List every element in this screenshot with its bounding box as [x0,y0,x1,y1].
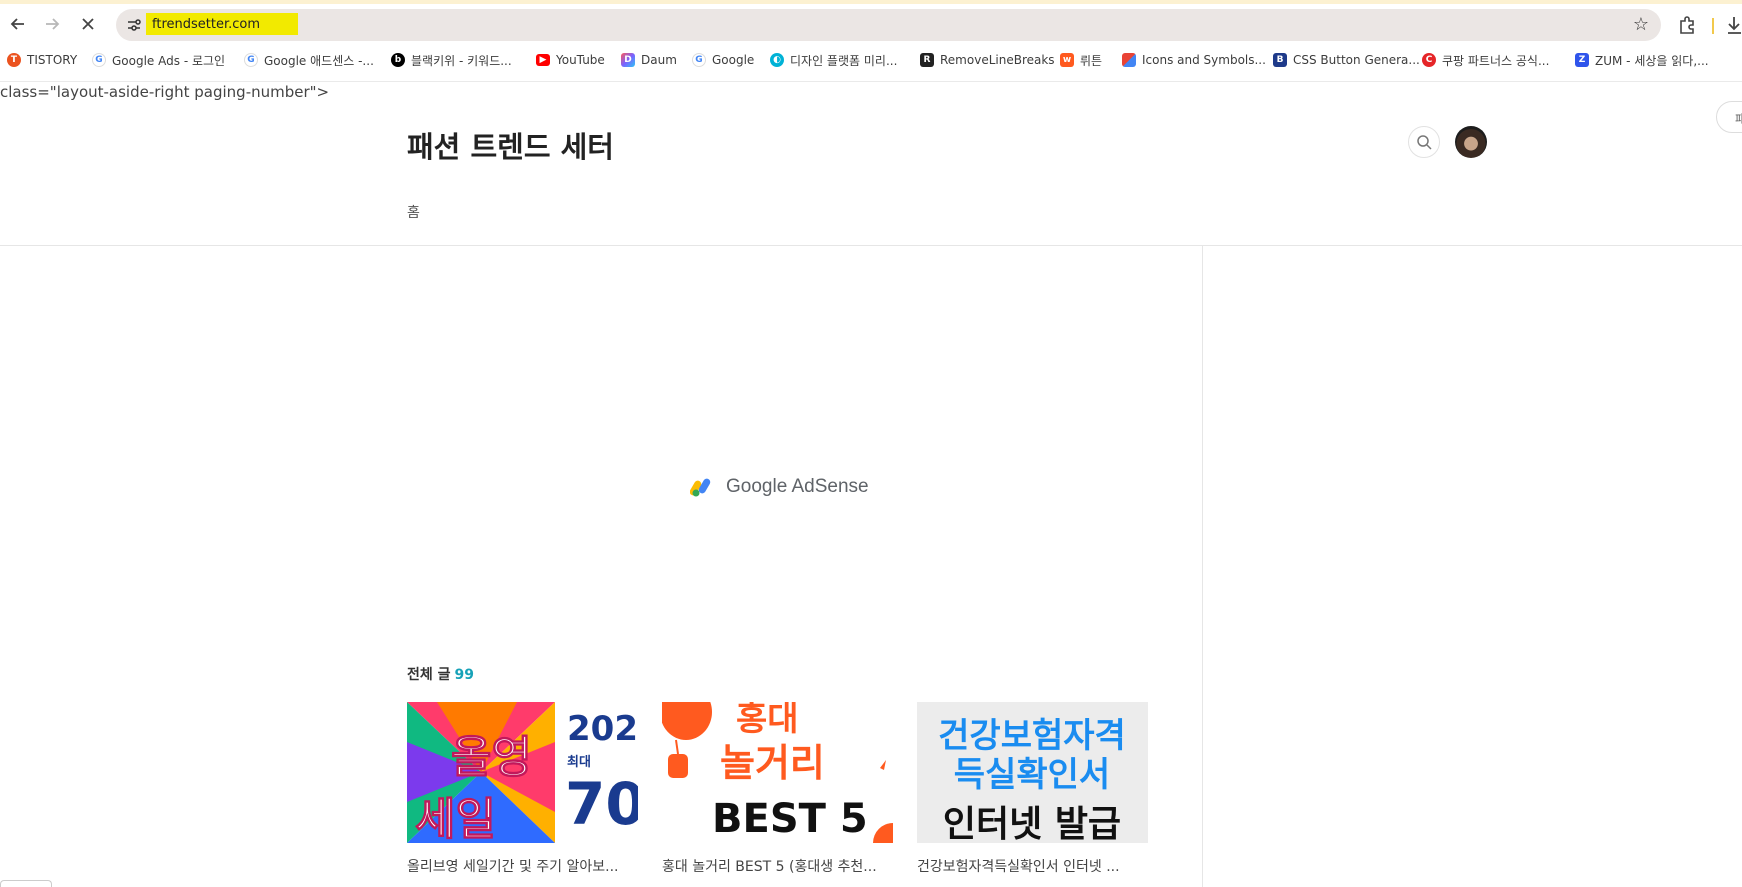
bookmark-miricanvas[interactable]: ◐ 디자인 플랫폼 미리... [770,50,897,70]
post-card[interactable]: 홍대 놀거리 BEST 5 홍대 놀거리 BEST 5 (홍대생 추천... [662,702,893,876]
post-title[interactable]: 올리브영 세일기간 및 주기 알아보... [407,856,638,876]
bookmark-google-ads[interactable]: G Google Ads - 로그인 [92,50,225,70]
tistory-icon: T [7,53,21,67]
adsense-label: Google AdSense [726,476,869,497]
bookmark-label: 뤼튼 [1080,53,1103,68]
thumb-text: 득실확인서 [954,755,1110,795]
wrtn-icon: w [1060,53,1074,67]
bookmark-label: 블랙키위 - 키워드... [411,53,512,68]
bookmark-wrtn[interactable]: w 뤼튼 [1060,50,1102,70]
blackkiwi-icon: b [391,53,405,67]
adsense-logo-icon [690,478,711,497]
back-button[interactable] [4,10,32,38]
bookmark-label: TISTORY [27,53,78,67]
sidebar-divider [1202,246,1203,887]
post-thumbnail[interactable]: 올영 세일 2024 최대 70 [407,702,638,843]
zum-icon: Z [1575,53,1589,67]
bookmark-label: Icons and Symbols... [1142,53,1266,67]
bookmark-google-adsense[interactable]: G Google 애드센스 -... [244,50,374,70]
thumb-text: 건강보험자격 [938,716,1126,756]
arrow-right-icon [46,18,60,30]
google-icon: G [692,53,706,67]
thumb-text: 홍대 [736,702,799,739]
bookmark-icons-symbols[interactable]: Icons and Symbols... [1122,50,1266,70]
health-insurance-thumbnail: 건강보험자격 득실확인서 인터넷 발급 [917,702,1148,843]
side-tab[interactable]: 패 [1716,101,1742,133]
thumb-text: 70 [565,770,638,838]
post-count-label: 전체 글 [407,667,451,683]
bookmark-star-icon[interactable]: ☆ [1633,14,1649,35]
post-title[interactable]: 홍대 놀거리 BEST 5 (홍대생 추천... [662,856,893,876]
chrome-divider [0,81,1742,82]
youtube-icon: ▶ [536,54,550,66]
icons-symbols-icon [1122,53,1136,67]
bookmark-css-button[interactable]: B CSS Button Genera... [1273,50,1420,70]
post-count-heading: 전체 글 99 [407,664,474,684]
url-text[interactable]: ftrendsetter.com [152,17,260,32]
miricanvas-icon: ◐ [770,53,784,67]
arrow-left-icon [10,18,24,30]
browser-toolbar: ftrendsetter.com ☆ [0,4,1742,44]
post-thumbnail[interactable]: 건강보험자격 득실확인서 인터넷 발급 [917,702,1148,843]
bookmark-youtube[interactable]: ▶ YouTube [536,50,605,70]
bookmark-label: Google [712,53,755,67]
thumb-text: BEST 5 [712,796,868,842]
bookmark-label: Daum [641,53,677,67]
thumb-text: 올영 [451,732,532,783]
bookmark-label: YouTube [556,53,605,67]
bookmark-blackkiwi[interactable]: b 블랙키위 - 키워드... [391,50,512,70]
bookmark-zum[interactable]: Z ZUM - 세상을 읽다,... [1575,50,1709,70]
bookmark-label: CSS Button Genera... [1293,53,1420,67]
google-icon: G [92,53,106,67]
bottom-left-widget[interactable] [0,880,52,887]
bookmark-tistory[interactable]: T TISTORY [7,50,77,70]
close-icon [82,18,94,30]
address-bar[interactable]: ftrendsetter.com ☆ [116,9,1661,41]
stop-loading-button[interactable] [74,10,102,38]
css-button-icon: B [1273,53,1287,67]
post-count-number: 99 [454,667,474,683]
forward-button[interactable] [38,10,66,38]
hongdae-thumbnail: 홍대 놀거리 BEST 5 [662,702,893,843]
thumb-text: 세일 [415,794,496,843]
coupang-icon: C [1422,53,1436,67]
bookmark-label: Google 애드센스 -... [264,53,374,68]
site-info-button[interactable] [124,15,144,35]
post-card[interactable]: 건강보험자격 득실확인서 인터넷 발급 건강보험자격득실확인서 인터넷 ... [917,702,1148,876]
post-thumbnail[interactable]: 홍대 놀거리 BEST 5 [662,702,893,843]
nav-home-link[interactable]: 홈 [407,202,420,222]
post-card[interactable]: 올영 세일 2024 최대 70 올리브영 세일기간 및 주기 알아보... [407,702,638,876]
stray-markup-text: class="layout-aside-right paging-number"… [0,83,330,101]
bookmark-removelinebreaks[interactable]: R RemoveLineBreaks [920,50,1055,70]
bookmark-label: RemoveLineBreaks [940,53,1055,67]
bookmark-google[interactable]: G Google [692,50,754,70]
blog-title[interactable]: 패션 트렌드 세터 [407,124,614,166]
extensions-icon[interactable] [1676,14,1698,36]
bookmark-coupang[interactable]: C 쿠팡 파트너스 공식... [1422,50,1549,70]
header-divider [0,245,1742,246]
google-icon: G [244,53,258,67]
adsense-placeholder[interactable]: Google AdSense [690,476,869,498]
search-icon [1417,135,1432,150]
bookmark-label: 쿠팡 파트너스 공식... [1442,53,1550,68]
search-button[interactable] [1408,126,1440,158]
bookmark-daum[interactable]: D Daum [621,50,677,70]
thumb-text: 인터넷 발급 [943,804,1121,843]
bookmark-label: ZUM - 세상을 읽다,... [1595,53,1709,68]
download-icon[interactable] [1727,15,1742,35]
thumb-text: 놀거리 [720,741,825,785]
tune-icon [128,19,141,31]
thumb-text: 최대 [567,755,591,770]
thumb-text: 2024 [567,709,638,749]
removelinebreaks-icon: R [920,53,934,67]
bookmarks-bar: T TISTORY G Google Ads - 로그인 G Google 애드… [0,46,1742,74]
bookmark-label: Google Ads - 로그인 [112,53,226,68]
avatar[interactable] [1455,126,1487,158]
toolbar-separator [1712,18,1714,34]
bookmark-label: 디자인 플랫폼 미리... [790,53,898,68]
post-title[interactable]: 건강보험자격득실확인서 인터넷 ... [917,856,1148,876]
daum-icon: D [621,53,635,67]
oliveyoung-sale-thumbnail: 올영 세일 2024 최대 70 [407,702,638,843]
